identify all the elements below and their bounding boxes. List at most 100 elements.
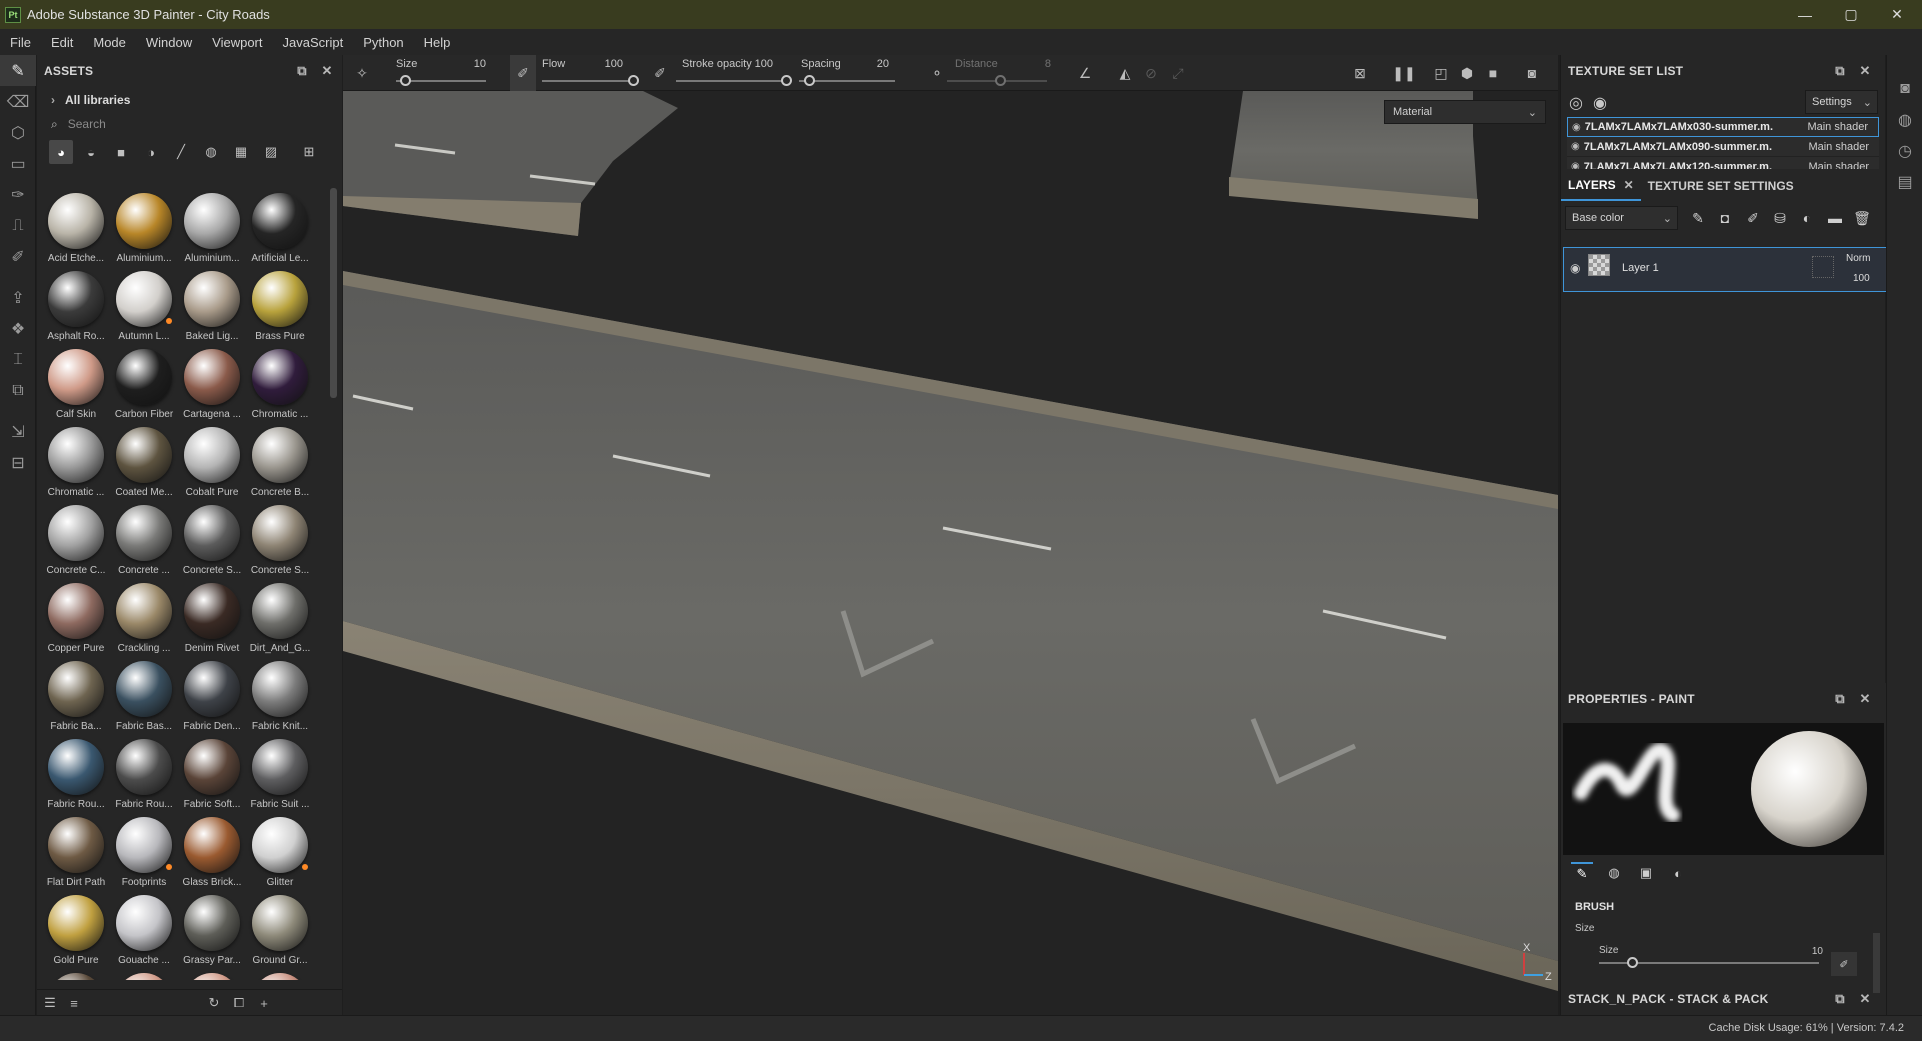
brush-size-knob[interactable] [1627,957,1638,968]
tab-material-icon[interactable]: ◐ [1667,862,1689,884]
asset-tile[interactable]: Baked Lig... [178,266,246,344]
eye-icon[interactable]: ◉ [1572,122,1581,133]
refresh-icon[interactable]: ↻ [203,990,225,1016]
smudge-icon[interactable]: ✑ [0,179,36,210]
add-mask-icon[interactable]: ◘ [1712,201,1738,235]
asset-tile[interactable]: Fabric Bas... [110,656,178,734]
eye-icon[interactable]: ◉ [1571,161,1580,169]
screenshot-icon[interactable]: ◙ [1519,55,1545,91]
close-button[interactable]: ✕ [1874,0,1920,29]
channel-dropdown[interactable]: Base color ⌄ [1565,206,1678,230]
color-picker-icon[interactable]: ✐ [0,241,36,272]
shelf-icon[interactable]: ⊟ [0,447,36,478]
menu-edit[interactable]: Edit [41,35,83,50]
menu-viewport[interactable]: Viewport [202,35,272,50]
asset-tile[interactable]: Autumn L... [110,266,178,344]
import-icon[interactable]: ⧠ [228,990,250,1016]
delete-icon[interactable]: 🗑 [1849,201,1875,235]
asset-tile[interactable]: Cartagena ... [178,344,246,422]
tab-layers[interactable]: LAYERS ✕ [1561,171,1641,201]
filter-masks-icon[interactable]: ■ [109,140,133,164]
projection-icon[interactable]: ⬡ [0,117,36,148]
asset-tile[interactable]: Fabric Suit ... [246,734,314,812]
asset-tile[interactable]: Aluminium... [110,188,178,266]
asset-tile[interactable] [110,968,178,980]
asset-tile[interactable]: Asphalt Ro... [42,266,110,344]
bake-icon[interactable]: ⇪ [0,282,36,313]
asset-tile[interactable]: Carbon Fiber [110,344,178,422]
menu-file[interactable]: File [0,35,41,50]
symmetry-icon[interactable]: ◭ [1112,55,1138,91]
filter-brushes-icon[interactable]: ╱ [169,140,193,164]
asset-tile[interactable]: Concrete S... [246,500,314,578]
sort-icon[interactable]: ≡ [63,990,85,1016]
flow-value[interactable]: 100 [583,58,623,70]
asset-tile[interactable]: Flat Dirt Path [42,812,110,890]
menu-window[interactable]: Window [136,35,202,50]
undock-icon[interactable]: ⧉ [1829,55,1851,87]
layer-row[interactable]: ◉ Layer 1 Norm 100 [1563,247,1887,292]
pause-icon[interactable]: ❚❚ [1391,55,1417,91]
align-icon[interactable]: ⧉ [0,375,36,406]
add-effect-icon[interactable]: ✎ [1685,201,1711,235]
tab-brush-icon[interactable]: ✎ [1571,862,1593,884]
distance-value[interactable]: 8 [1011,58,1051,70]
texture-set-item[interactable]: ◉ 7LAMx7LAMx7LAMx090-summer.m. Main shader [1567,137,1879,157]
assets-scrollbar[interactable] [330,188,337,398]
asset-tile[interactable]: Chromatic ... [246,344,314,422]
undock-icon[interactable]: ⧉ [291,55,313,87]
blend-mode-select[interactable]: Norm [1846,253,1870,264]
eye-icon[interactable]: ◉ [1570,261,1580,275]
asset-tile[interactable]: Dirt_And_G... [246,578,314,656]
texture-set-item[interactable]: ◉ 7LAMx7LAMx7LAMx030-summer.m. Main shader [1567,117,1879,137]
menu-python[interactable]: Python [353,35,413,50]
filter-smart-materials-icon[interactable]: ◒ [79,140,103,164]
menu-help[interactable]: Help [414,35,461,50]
asset-tile[interactable]: Fabric Knit... [246,656,314,734]
filter-materials-icon[interactable]: ◕ [49,140,73,164]
camera-icon[interactable]: ■ [1480,55,1506,91]
asset-tile[interactable]: Concrete ... [110,500,178,578]
asset-tile[interactable]: Chromatic ... [42,422,110,500]
tab-alpha-icon[interactable]: ◍ [1603,862,1625,884]
flow-slider[interactable]: Flow 100 [542,55,639,91]
asset-tile[interactable]: Acid Etche... [42,188,110,266]
add-icon[interactable]: + [253,990,275,1016]
add-smart-material-icon[interactable]: ◐ [1794,201,1820,235]
undock-icon[interactable]: ⧉ [1829,983,1851,1015]
shader-select[interactable]: Main shader [1808,161,1869,170]
distance-knob[interactable] [995,75,1006,86]
undock-icon[interactable]: ⧉ [1829,683,1851,715]
history-icon[interactable]: ◷ [1887,135,1922,166]
asset-tile[interactable]: Fabric Rou... [110,734,178,812]
transform-icon[interactable]: ⤢ [1165,55,1191,91]
material-picker-icon[interactable]: ❖ [0,313,36,344]
close-icon[interactable]: ✕ [1624,178,1634,192]
close-icon[interactable]: ✕ [1854,983,1876,1015]
asset-tile[interactable] [246,968,314,980]
visibility-toggle-icon[interactable]: ◎ [1569,93,1583,113]
layer-name[interactable]: Layer 1 [1622,262,1659,274]
spacing-slider[interactable]: Spacing 20 [799,55,901,91]
size-value[interactable]: 10 [446,58,486,70]
asset-tile[interactable]: Fabric Ba... [42,656,110,734]
layer-opacity[interactable]: 100 [1853,273,1870,284]
asset-tile[interactable]: Gold Pure [42,890,110,968]
brush-size-value[interactable]: 10 [1783,946,1823,957]
size-pen-pressure-icon[interactable]: ✐ [510,55,536,91]
viewport-3d[interactable]: X Z Material ⌄ [343,91,1558,1015]
pen-pressure-icon[interactable]: ✐ [1831,952,1857,976]
polygon-fill-icon[interactable]: ▭ [0,148,36,179]
asset-tile[interactable]: Aluminium... [178,188,246,266]
tab-stencil-icon[interactable]: ▣ [1635,862,1657,884]
asset-tile[interactable]: Glitter [246,812,314,890]
library-selector[interactable]: › All libraries [37,87,342,113]
asset-tile[interactable] [178,968,246,980]
stroke-opacity-slider[interactable]: Stroke opacity 100 [676,55,792,91]
viewport-mode-select[interactable]: Material ⌄ [1384,100,1546,124]
distance-slider[interactable]: Distance 8 [947,55,1055,91]
display-settings-icon[interactable]: ◙ [1887,73,1922,104]
spacing-value[interactable]: 20 [849,58,889,70]
asset-tile[interactable]: Denim Rivet [178,578,246,656]
add-fill-layer-icon[interactable]: ⛁ [1767,201,1793,235]
